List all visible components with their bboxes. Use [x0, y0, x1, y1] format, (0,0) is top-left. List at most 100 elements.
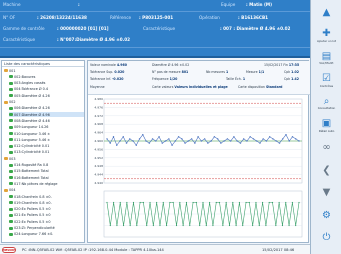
status-bar: MESURE PC :INN-Q5FAB-02 Wifi :Q5FAB-02 I…: [0, 244, 310, 254]
range-point: [142, 201, 145, 204]
tree-item-node[interactable]: 011:Longueur 5.46 ±: [9, 137, 84, 142]
tree-item-node[interactable]: 022:Ex Paliers 0.5 ±0: [9, 219, 84, 224]
tree-item-node[interactable]: 019:Chanfrein 0.8 ±0.: [9, 200, 84, 205]
range-point: [126, 201, 128, 204]
range-point: [232, 201, 234, 204]
range-point: [278, 201, 280, 204]
characteristics-tree[interactable]: Liste des caractéristiques 001 002:Bavure…: [1, 60, 85, 243]
tree-item-node[interactable]: 008:Diamètre Ø 4.46: [9, 118, 84, 123]
nominal-value: 4.960: [116, 63, 127, 67]
arrow-up-icon: ▲: [322, 7, 331, 18]
tree-item-node[interactable]: 015:Battement Total: [9, 169, 84, 174]
range-point: [179, 201, 181, 204]
value-point: [106, 138, 108, 140]
d-tail-auto-button[interactable]: ▣ Détail Auto: [314, 116, 339, 135]
ajouter-un-lot-button[interactable]: ✚ Ajouter un lot: [314, 26, 339, 45]
nb-mesures-value: 1: [226, 70, 229, 74]
tree-item-node[interactable]: 018:Chanfrein 0.8 ±0.: [9, 194, 84, 199]
value-point: [177, 136, 180, 138]
range-point: [238, 201, 241, 204]
value-point: [223, 140, 225, 142]
y-tick-label: 4.960: [94, 139, 103, 143]
arrow-down-button[interactable]: ▼: [314, 183, 339, 202]
carte-valeurs-label: Carte valeurs: [152, 85, 174, 89]
pas-label: N° pas de mesure: [152, 70, 181, 74]
tree-item-node[interactable]: 023:Zi: Perpendicularité: [9, 226, 84, 231]
date-stat: 15/02/2017 Fin 17:35: [264, 63, 299, 67]
cpk2-value: 1.42: [291, 77, 299, 81]
range-point: [295, 224, 297, 227]
value-point: [200, 140, 203, 142]
tree-group-node[interactable]: 002: [4, 100, 84, 105]
folder-icon: [4, 188, 8, 192]
characteristic-icon: [9, 150, 13, 154]
nominal-stat: Valeur nominale 4.960: [90, 63, 127, 67]
tol-inf-label: Tolérance Inf.: [90, 77, 112, 81]
mesure-label: Mesure: [246, 70, 258, 74]
value-point: [242, 138, 245, 140]
consultation-button[interactable]: ⌕ Consultation: [314, 93, 339, 112]
value-point: [142, 134, 144, 136]
value-point: [220, 142, 222, 144]
tree-group-node[interactable]: 004: [4, 188, 84, 193]
link-button[interactable]: ∞: [314, 138, 339, 157]
mesure-logo: MESURE: [2, 247, 16, 253]
range-point: [285, 201, 287, 204]
back-button[interactable]: ❮: [314, 161, 339, 180]
tree-item-node[interactable]: 009:Longueur 14.26: [9, 125, 84, 130]
y-tick-label: 4.944: [94, 173, 103, 177]
value-point: [269, 136, 271, 138]
value-point: [119, 140, 121, 142]
range-point: [152, 224, 154, 227]
tree-item-node[interactable]: 014:Rugosité Ra 0.8: [9, 163, 84, 168]
gear-button[interactable]: ⚙: [314, 206, 339, 225]
arrow-up-button[interactable]: ▲: [314, 3, 339, 22]
tree-node-label: 020:Ex Paliers 0.5 ±0: [14, 207, 51, 212]
characteristic-icon: [9, 75, 13, 79]
value-point: [109, 142, 111, 144]
tree-group-node[interactable]: 003: [4, 156, 84, 161]
range-point: [146, 224, 148, 227]
link-icon: ∞: [322, 142, 331, 153]
range-point: [215, 201, 217, 204]
tree-node-label: 009:Longueur 14.26: [14, 125, 49, 130]
tree-item-node[interactable]: 020:Ex Paliers 0.5 ±0: [9, 207, 84, 212]
tree-item-node[interactable]: 006:Diamètre Ø 4.26: [9, 106, 84, 111]
tree-item-node[interactable]: 005:Diamètre Ø 4.26: [9, 93, 84, 98]
operation-label: Opération: [199, 15, 220, 20]
tree-item-node[interactable]: 021:Ex Paliers 0.5 ±0: [9, 213, 84, 218]
characteristic-icon: [9, 163, 13, 167]
tree-item-node[interactable]: 010:Longueur 3.46 ±: [9, 131, 84, 136]
tree-item-node[interactable]: 002:Bavures: [9, 74, 84, 79]
exit-button[interactable]: ⏻: [314, 228, 339, 247]
range-point: [288, 224, 290, 227]
tree-item-node[interactable]: 004:Tolérance Ø 0.4: [9, 87, 84, 92]
tree-item-node[interactable]: 007:Diamètre Ø 4.96: [9, 112, 84, 118]
value-point: [116, 144, 118, 146]
value-point: [298, 140, 300, 142]
tree-item-node[interactable]: 012:Cylindricité 0.01: [9, 144, 84, 149]
characteristic-icon: [9, 169, 13, 173]
caracteristique-label: Caractéristique: [143, 26, 176, 31]
caracteristique-value: : 007 : Diamètre Ø 4.96 ±0.02: [220, 26, 291, 31]
contr-les-button[interactable]: ☑ Contrôles: [314, 71, 339, 90]
range-point: [122, 224, 125, 227]
tree-item-node[interactable]: 024:Longueur 7.66 ±0.: [9, 232, 84, 237]
carte-valeurs-stat[interactable]: Carte valeurs Valeurs individuelles et p…: [152, 85, 228, 89]
back-icon: ❮: [322, 164, 331, 176]
range-point: [235, 224, 237, 227]
tree-item-node[interactable]: 013:Cylindricité 0.01: [9, 150, 84, 155]
tree-group-node[interactable]: 001: [4, 68, 84, 73]
nominal-label: Valeur nominale: [90, 63, 116, 67]
carte-disposition-stat[interactable]: Carte disposition Standard: [238, 85, 282, 89]
tree-item-node[interactable]: 016:Battement Total: [9, 175, 84, 180]
gamme-label: Gamme de contrôle: [3, 26, 45, 31]
reference-value: : P803125-001: [139, 15, 174, 20]
voir-modif-button[interactable]: ▤ Voir/Modif.: [314, 48, 339, 67]
tree-item-node[interactable]: 017:Nb pièces de réglage: [9, 181, 84, 186]
value-point: [112, 136, 115, 138]
value-point: [168, 138, 170, 140]
date-value: 17:35: [288, 63, 300, 67]
tree-item-node[interactable]: 003:Angles cassés: [9, 81, 84, 86]
tol-sup-value: 0.020: [114, 70, 125, 74]
